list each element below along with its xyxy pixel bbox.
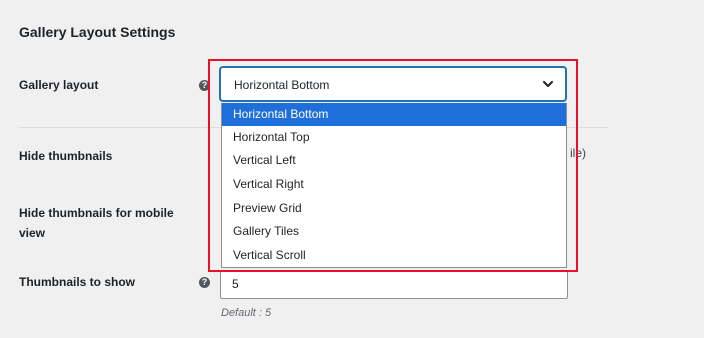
- hide-thumbnails-label: Hide thumbnails: [19, 149, 113, 163]
- thumbnails-to-show-help-icon[interactable]: ?: [199, 277, 210, 288]
- hide-thumbnails-mobile-label: Hide thumbnails for mobile view: [19, 206, 174, 240]
- highlight-annotation-box: [208, 59, 578, 272]
- thumbnails-to-show-hint: Default : 5: [221, 307, 272, 319]
- gallery-layout-label: Gallery layout: [19, 78, 99, 92]
- section-title: Gallery Layout Settings: [19, 24, 176, 40]
- thumbnails-to-show-label: Thumbnails to show: [19, 275, 135, 289]
- thumbnails-to-show-value: 5: [232, 277, 239, 291]
- thumbnails-to-show-input[interactable]: 5: [220, 270, 568, 299]
